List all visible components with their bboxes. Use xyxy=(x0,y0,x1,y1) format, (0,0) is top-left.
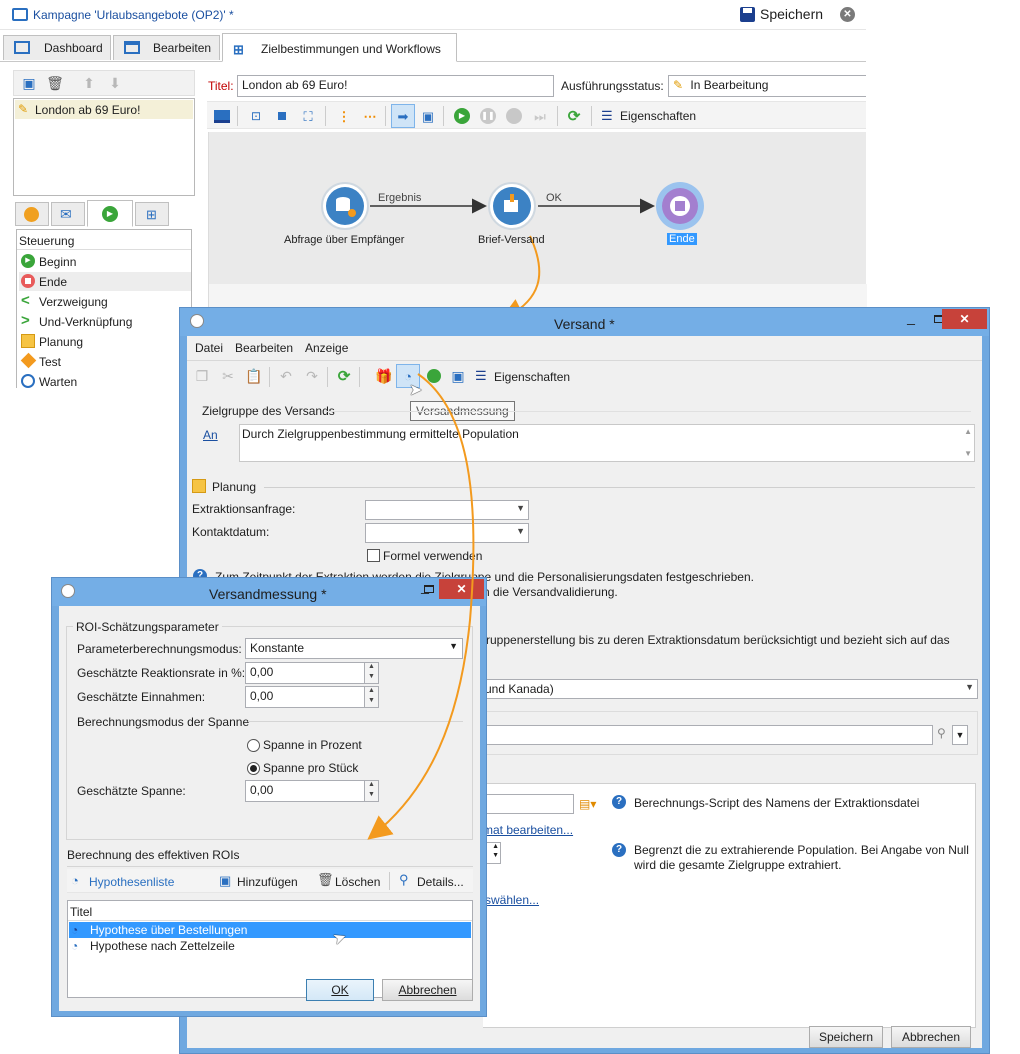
callout-arrow-measure xyxy=(367,373,475,840)
